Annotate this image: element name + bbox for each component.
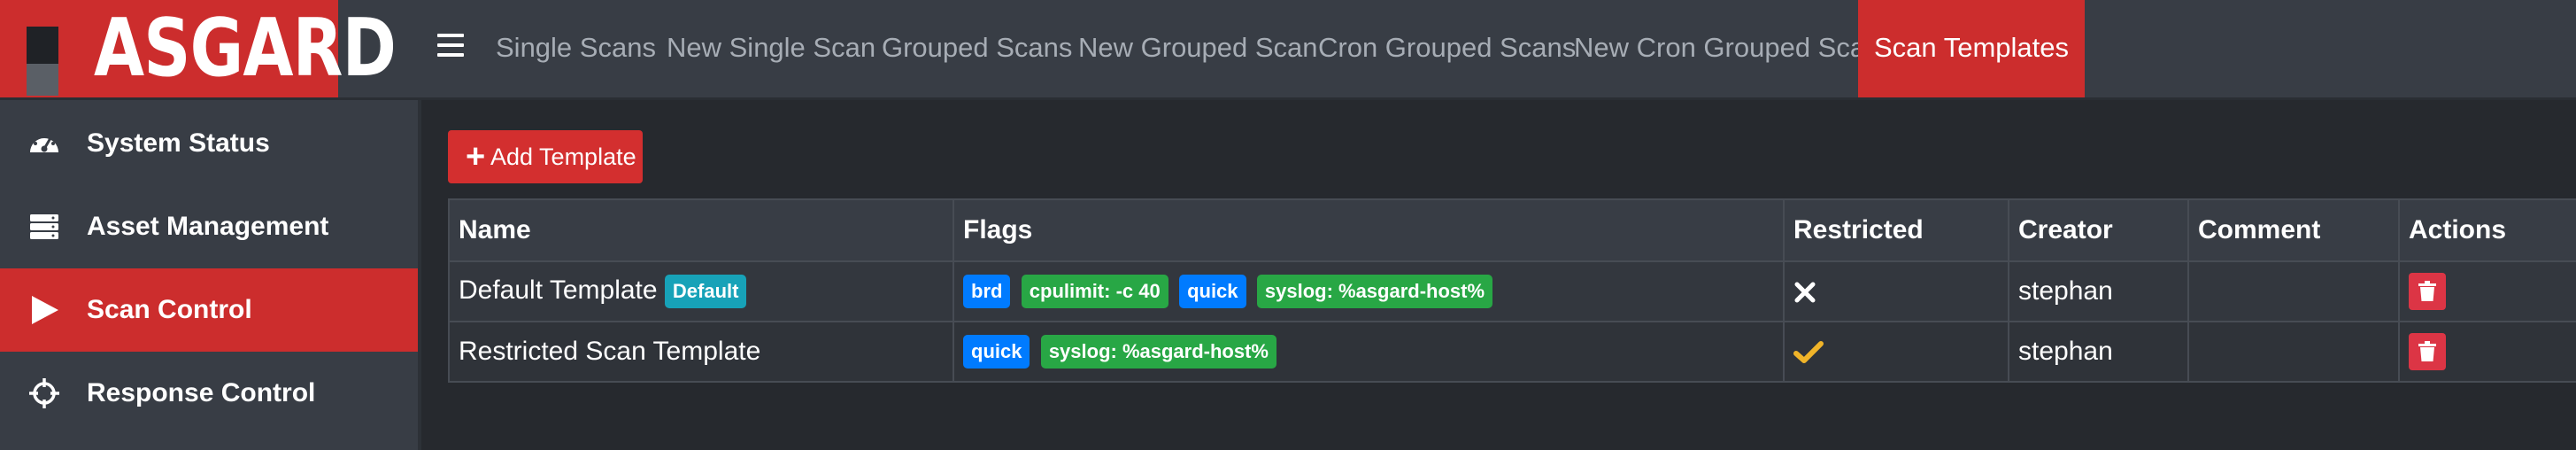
sidebar-item-system-status[interactable]: System Status [0,102,418,185]
checkmark-icon [1793,341,1824,364]
trash-icon [2418,281,2436,301]
nav-grouped-scans[interactable]: Grouped Scans [882,0,1072,97]
delete-button[interactable] [2409,333,2446,370]
nav-cron-grouped-scans[interactable]: Cron Grouped Scans [1318,0,1576,97]
delete-button[interactable] [2409,273,2446,310]
sidebar-item-label: System Status [87,128,270,158]
flag-badge: cpulimit: -c 40 [1021,275,1168,308]
restricted-cell [1783,260,2009,322]
name-cell: Restricted Scan Template [448,321,954,383]
template-name: Restricted Scan Template [459,337,761,366]
nav-single-scans[interactable]: Single Scans [496,0,656,97]
sidebar-item-response-control[interactable]: Response Control [0,352,418,435]
nav-new-single-scan[interactable]: New Single Scan [667,0,875,97]
column-header-actions[interactable]: Actions [2398,198,2576,262]
server-icon [30,214,58,239]
trash-icon [2418,341,2436,361]
column-header-creator[interactable]: Creator [2008,198,2189,262]
play-icon [32,296,58,324]
cross-icon [1794,282,1816,303]
creator-cell: stephan [2008,321,2189,383]
sidebar-item-asset-management[interactable]: Asset Management [0,185,418,268]
sidebar: System Status Asset Management Scan Cont… [0,100,421,450]
sidebar-item-scan-control[interactable]: Scan Control [0,268,418,352]
comment-cell [2187,321,2400,383]
table-row: Default Template Default brd cpulimit: -… [448,260,2576,322]
column-header-flags[interactable]: Flags [953,198,1785,262]
template-name: Default Template [459,275,658,305]
top-navbar: ASGARD Single Scans New Single Scan Grou… [0,0,2576,100]
column-header-name[interactable]: Name [448,198,954,262]
flags-cell: brd cpulimit: -c 40 quick syslog: %asgar… [953,260,1785,322]
flag-badge: quick [963,335,1030,369]
templates-table: Name Flags Restricted Creator Comment Ac… [448,198,2576,383]
sidebar-item-label: Response Control [87,378,316,407]
actions-cell [2398,321,2576,383]
add-template-button[interactable]: + Add Template [448,130,643,183]
crosshair-icon [29,378,59,408]
table-row: Restricted Scan Template quick syslog: %… [448,321,2576,383]
comment-cell [2187,260,2400,322]
sidebar-item-label: Asset Management [87,212,329,241]
flag-badge: brd [963,275,1011,308]
table-header-row: Name Flags Restricted Creator Comment Ac… [448,198,2576,262]
creator-cell: stephan [2008,260,2189,322]
app-logo-text[interactable]: ASGARD [94,0,397,97]
nav-scan-templates[interactable]: Scan Templates [1858,0,2085,97]
hamburger-icon[interactable] [437,34,464,57]
column-header-restricted[interactable]: Restricted [1783,198,2009,262]
name-cell: Default Template Default [448,260,954,322]
flags-cell: quick syslog: %asgard-host% [953,321,1785,383]
nav-new-cron-grouped-scan[interactable]: New Cron Grouped Scan [1574,0,1880,97]
flag-badge: syslog: %asgard-host% [1040,335,1276,369]
plus-icon: + [466,138,486,175]
logo-mark[interactable] [0,0,94,97]
flag-badge: syslog: %asgard-host% [1256,275,1493,308]
dashboard-gauge-icon [30,135,58,152]
sidebar-item-label: Scan Control [87,295,252,324]
flag-badge: quick [1179,275,1246,308]
default-badge: Default [664,275,747,308]
restricted-cell [1783,321,2009,383]
column-header-comment[interactable]: Comment [2187,198,2400,262]
actions-cell [2398,260,2576,322]
nav-new-grouped-scan[interactable]: New Grouped Scan [1078,0,1318,97]
